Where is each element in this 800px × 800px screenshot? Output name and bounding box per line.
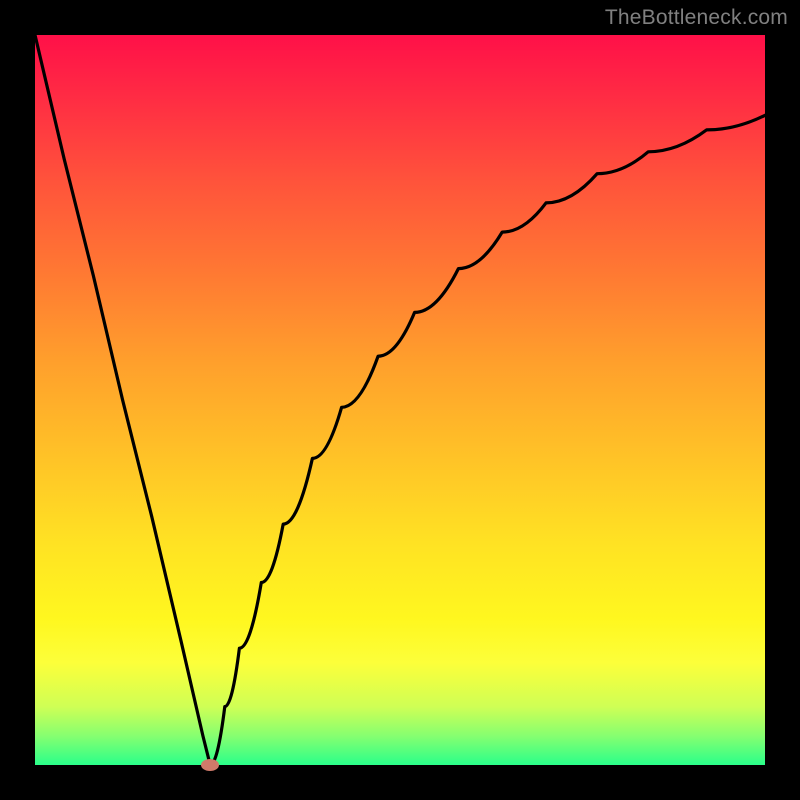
minimum-marker xyxy=(201,759,219,771)
curve-svg xyxy=(35,35,765,765)
curve-path xyxy=(35,35,765,765)
plot-area xyxy=(35,35,765,765)
watermark-text: TheBottleneck.com xyxy=(605,6,788,30)
chart-frame: TheBottleneck.com xyxy=(0,0,800,800)
